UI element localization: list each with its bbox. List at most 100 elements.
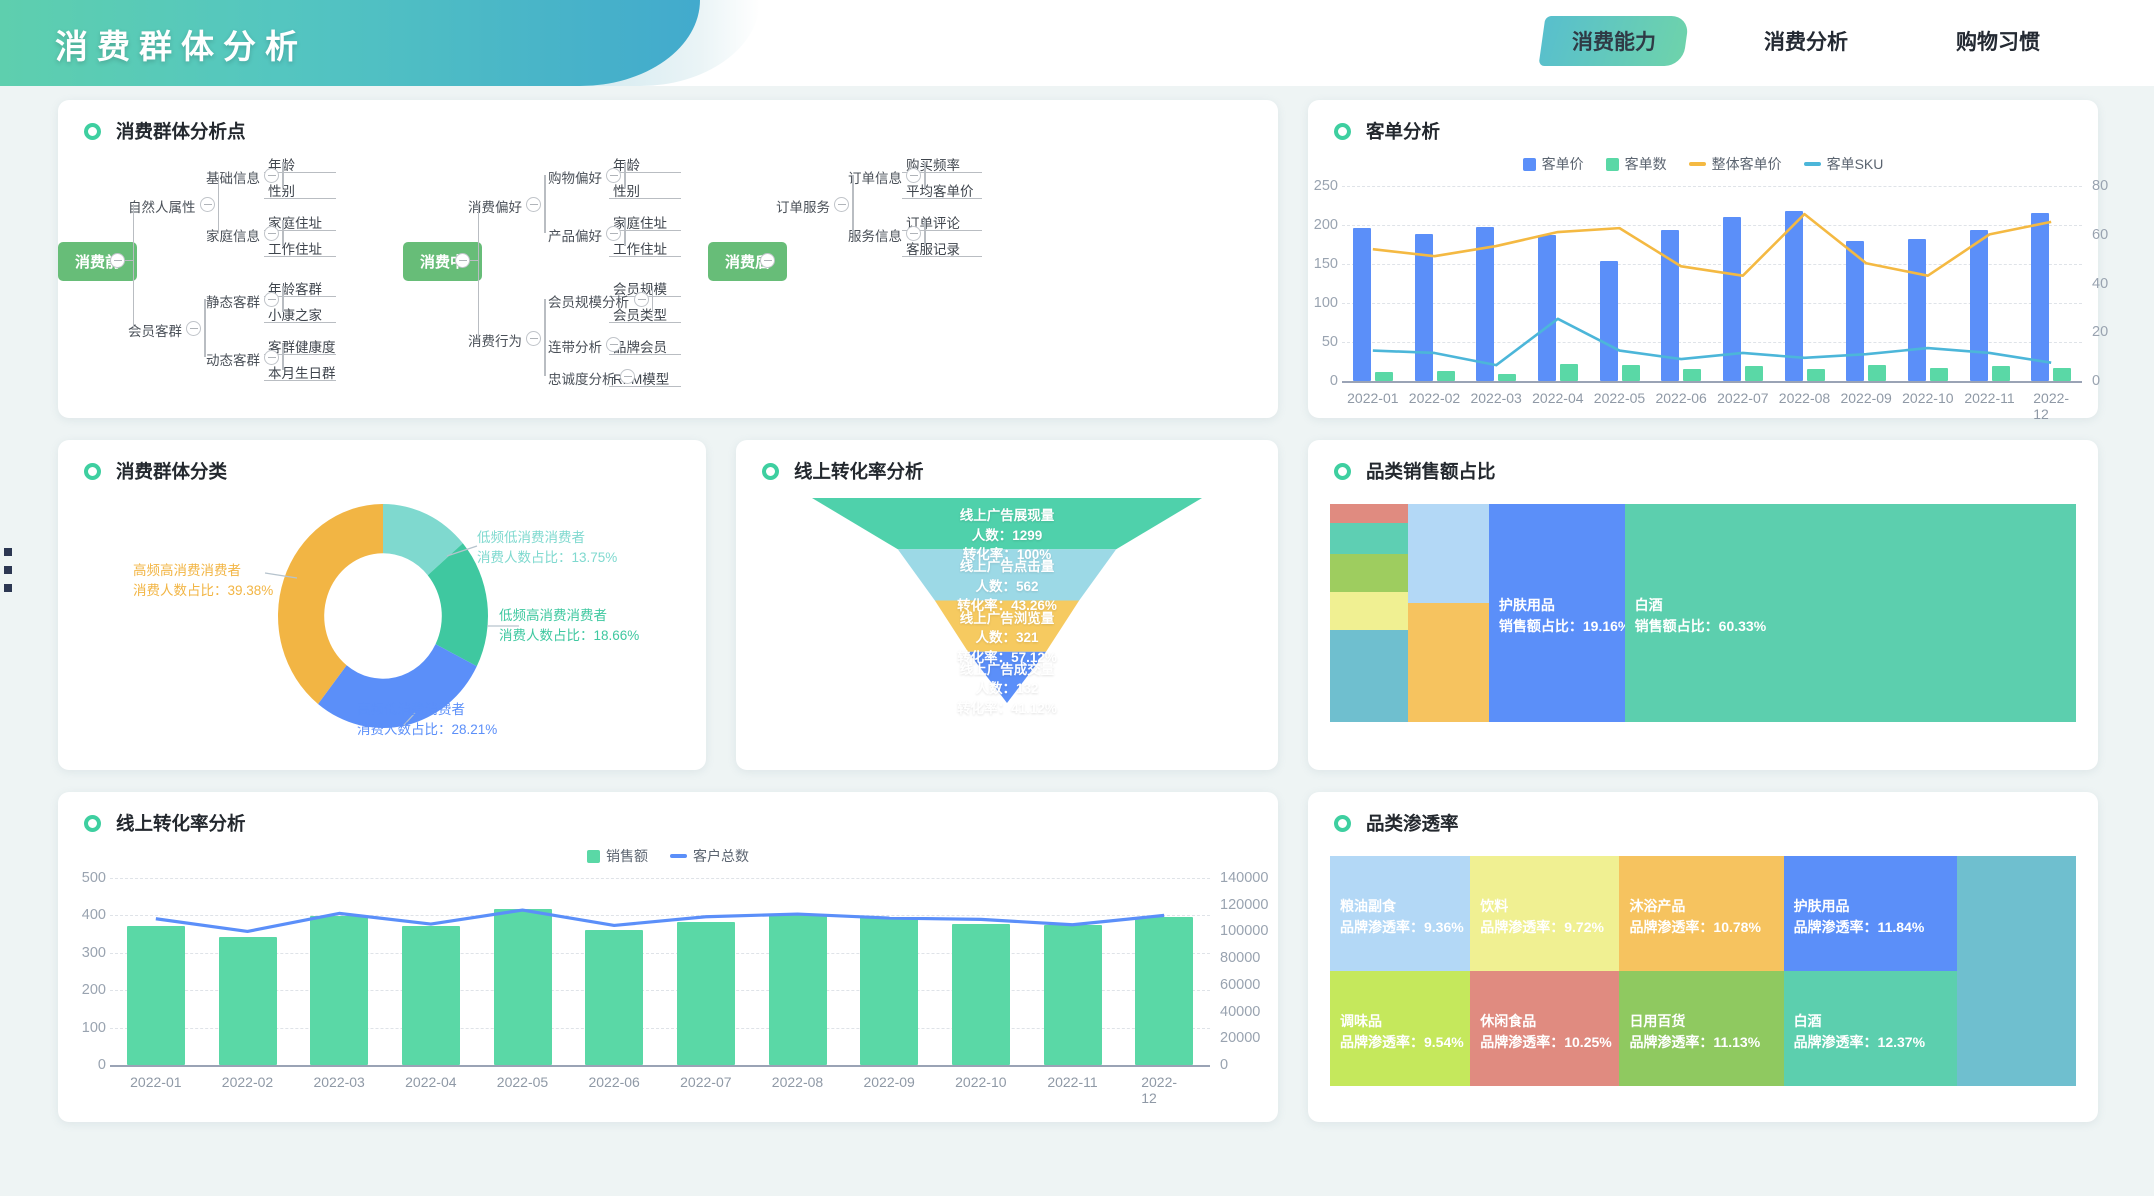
treemap-tile[interactable] — [1330, 504, 1409, 523]
y-axis-tick: 100 — [81, 1019, 106, 1036]
legend-item[interactable]: 客单SKU — [1803, 154, 1883, 174]
legend-item[interactable]: 客单数 — [1605, 154, 1667, 174]
mindmap-connector — [264, 322, 336, 324]
chart-segment-donut: 低频低消费消费者 消费人数占比：13.75% 低频高消费消费者 消费人数占比：18.6… — [133, 498, 639, 737]
chart-lines — [1372, 212, 2052, 367]
ring-icon — [84, 462, 101, 480]
mindmap-leaf: 家庭住址 — [613, 216, 667, 231]
mindmap-toggle-icon[interactable] — [633, 292, 649, 307]
mindmap-leaf: 平均客单价 — [906, 184, 974, 199]
legend-item[interactable]: 整体客单价 — [1688, 154, 1782, 174]
mindmap-group: 自然人属性 — [128, 200, 196, 215]
mindmap-toggle-icon[interactable] — [200, 197, 215, 212]
treemap-tile[interactable]: 沐浴产品 品牌渗透率：10.78% — [1619, 856, 1784, 971]
y2-axis-tick: 0 — [1220, 1057, 1229, 1073]
donut-label: 高频高消费消费者 消费人数占比：39.38% — [133, 561, 273, 602]
ring-icon — [84, 814, 101, 832]
y-axis-tick: 150 — [1313, 256, 1338, 272]
mindmap-root-0[interactable]: 消费前 — [58, 242, 138, 281]
mindmap-toggle-icon[interactable] — [455, 253, 470, 268]
treemap-tile[interactable] — [1408, 504, 1489, 604]
funnel-stage-label: 线上广告成交量 人数：132 转化率：41.12% — [812, 660, 1202, 719]
treemap-tile[interactable]: 白酒 品牌渗透率：12.37% — [1783, 971, 1957, 1086]
treemap-tile[interactable]: 护肤用品 销售额占比：19.16% — [1488, 504, 1625, 722]
y2-axis-tick: 60 — [2092, 226, 2109, 243]
x-axis-tick: 2022-11 — [1964, 390, 2015, 406]
treemap-tile[interactable] — [1330, 522, 1409, 555]
mindmap-connector — [609, 354, 681, 356]
mindmap-leaf: 客服记录 — [906, 242, 960, 257]
mindmap-diagram: 消费前年龄性别基础信息家庭住址工作住址家庭信息自然人属性年龄客群小康之家静态客群… — [58, 146, 1248, 401]
mindmap-toggle-icon[interactable] — [110, 253, 125, 268]
mindmap-connector — [609, 198, 681, 200]
x-axis-line — [110, 1065, 1210, 1067]
mindmap-connector — [264, 198, 336, 200]
app-header: 消费群体分析 消费能力 消费分析 购物习惯 — [0, 0, 2154, 86]
x-axis-tick: 2022-03 — [313, 1074, 365, 1090]
donut-label: 低频高消费消费者 消费人数占比：18.66% — [499, 606, 639, 647]
donut-label-name: 低频高消费消费者 — [499, 608, 607, 623]
mindmap-toggle-icon[interactable] — [526, 330, 542, 346]
treemap-tile[interactable] — [1330, 630, 1409, 722]
tab-shopping-habits[interactable]: 购物习惯 — [1926, 16, 2070, 66]
mindmap-connector — [609, 386, 681, 388]
y-axis-tick: 0 — [97, 1057, 106, 1073]
mindmap-toggle-icon[interactable] — [760, 253, 775, 268]
treemap-tile-label: 日用百货 品牌渗透率：11.13% — [1629, 1011, 1760, 1053]
treemap-tile[interactable]: 休闲食品 品牌渗透率：10.25% — [1470, 971, 1620, 1086]
mindmap-toggle-icon[interactable] — [834, 197, 850, 212]
legend-label: 客单数 — [1624, 156, 1667, 172]
treemap-tile[interactable]: 饮料 品牌渗透率：9.72% — [1470, 856, 1620, 971]
treemap-tile[interactable]: 护肤用品 品牌渗透率：11.84% — [1783, 856, 1957, 971]
treemap-tile[interactable] — [1330, 554, 1409, 593]
y-axis-tick: 0 — [1329, 373, 1338, 389]
mindmap-connector — [218, 175, 220, 233]
treemap-tile[interactable] — [1330, 592, 1409, 631]
mindmap-connector — [264, 380, 336, 382]
x-axis-tick: 2022-11 — [1047, 1074, 1098, 1090]
donut-label-name: 高频低消费消费者 — [357, 702, 465, 717]
treemap-tile[interactable] — [1408, 603, 1489, 722]
mindmap-root-1[interactable]: 消费中 — [403, 242, 483, 281]
treemap-tile-value: 品牌渗透率：9.36% — [1340, 918, 1464, 935]
dashboard-row-1: 消费群体分析点 消费前年龄性别基础信息家庭住址工作住址家庭信息自然人属性年龄客群… — [58, 100, 2126, 422]
mindmap-sub: 动态客群 — [206, 353, 260, 368]
mindmap-connector — [544, 175, 546, 233]
y-axis-tick: 50 — [1321, 334, 1338, 350]
funnel-stage-name: 线上广告成交量 — [959, 661, 1055, 677]
x-axis-tick: 2022-06 — [588, 1074, 640, 1090]
legend-item[interactable]: 客户总数 — [670, 846, 749, 866]
treemap-tile-value: 品牌渗透率：10.78% — [1629, 918, 1761, 935]
funnel-stage-label: 线上广告点击量 人数：562 转化率：43.26% — [812, 557, 1202, 616]
card-title-customer-order: 客单分析 — [1308, 100, 2098, 144]
main-nav: 消费能力 消费分析 购物习惯 — [1538, 16, 2070, 66]
tab-consumption-analysis[interactable]: 消费分析 — [1734, 16, 1878, 66]
donut-label-value: 消费人数占比：13.75% — [477, 550, 618, 566]
tab-consumption-ability[interactable]: 消费能力 — [1538, 16, 1690, 66]
mindmap-sub: 连带分析 — [548, 340, 602, 355]
legend-customer-order: 客单价 客单数 整体客单价 客单SKU — [1308, 154, 2098, 174]
card-category-sales: 品类销售额占比 白酒 销售额占比：60.33% 护肤用品 销售额占比：19.16% — [1308, 440, 2098, 770]
card-title-sales-trend: 线上转化率分析 — [58, 792, 1278, 836]
mindmap-toggle-icon[interactable] — [186, 321, 202, 336]
y-axis-tick: 250 — [1313, 178, 1338, 194]
treemap-tile[interactable]: 日用百货 品牌渗透率：11.13% — [1619, 971, 1784, 1086]
funnel-stage-rate: 转化率：41.12% — [957, 700, 1057, 716]
legend-item[interactable]: 销售额 — [587, 846, 648, 866]
card-title-text: 品类销售额占比 — [1366, 461, 1496, 482]
donut-slice[interactable] — [278, 504, 383, 704]
legend-item[interactable]: 客单价 — [1522, 154, 1584, 174]
x-axis-tick: 2022-04 — [1532, 390, 1584, 406]
treemap-tile[interactable] — [1956, 856, 2076, 1086]
mindmap-toggle-icon[interactable] — [526, 197, 542, 212]
treemap-tile[interactable]: 调味品 品牌渗透率：9.54% — [1330, 971, 1471, 1086]
treemap-tile[interactable]: 白酒 销售额占比：60.33% — [1624, 504, 2076, 722]
mindmap-root-2[interactable]: 消费后 — [708, 242, 788, 281]
chart-funnel: 线上广告展现量 人数：1299 转化率：100% 线上广告点击量 人数：562 转化率：4… — [812, 498, 1202, 716]
legend-square-icon — [1522, 157, 1536, 171]
y2-axis-tick: 0 — [2092, 373, 2101, 389]
funnel-stage-count: 人数：321 — [975, 630, 1039, 646]
treemap-tile[interactable]: 粮油副食 品牌渗透率：9.36% — [1330, 856, 1471, 971]
legend-square-icon — [587, 849, 600, 863]
mindmap-toggle-icon[interactable] — [620, 369, 635, 384]
